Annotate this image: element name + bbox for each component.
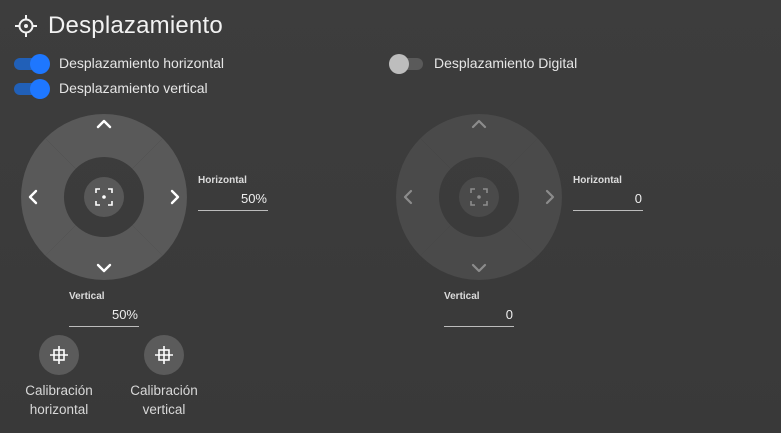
dpad-right [396, 114, 562, 280]
left-horizontal-label: Horizontal [198, 175, 247, 186]
right-vertical-field: Vertical 0 [444, 291, 514, 327]
toggle-horizontal-switch[interactable] [14, 54, 50, 74]
switch-knob [30, 54, 50, 74]
left-vertical-value[interactable]: 50% [69, 307, 139, 327]
right-vertical-label: Vertical [444, 291, 480, 302]
toggle-vertical-label: Desplazamiento vertical [59, 80, 208, 96]
toggle-vertical-switch[interactable] [14, 79, 50, 99]
left-vertical-field: Vertical 50% [69, 291, 139, 327]
dpad-left [21, 114, 187, 280]
panel: Desplazamiento Desplazamiento horizontal… [0, 0, 781, 433]
crosshair-icon [15, 15, 37, 37]
calibration-vertical: Calibración vertical [114, 335, 214, 419]
switch-knob [30, 79, 50, 99]
right-horizontal-field: Horizontal 0 [573, 175, 643, 211]
calibration-vertical-button[interactable] [144, 335, 184, 375]
calibration-vertical-label: Calibración vertical [114, 381, 214, 419]
calibration-horizontal-line1: Calibración [25, 383, 93, 398]
calibration-vertical-line2: vertical [142, 402, 186, 417]
toggle-digital-row[interactable]: Desplazamiento Digital [389, 54, 578, 74]
page-title: Desplazamiento [48, 12, 223, 39]
calibration-horizontal-label: Calibración horizontal [9, 381, 109, 419]
section-header: Desplazamiento [14, 12, 223, 40]
calibration-horizontal: Calibración horizontal [9, 335, 109, 419]
toggle-horizontal-row[interactable]: Desplazamiento horizontal [14, 54, 224, 74]
left-vertical-label: Vertical [69, 291, 105, 302]
switch-knob [389, 54, 409, 74]
left-horizontal-field: Horizontal 50% [198, 175, 268, 211]
toggle-digital-switch[interactable] [389, 54, 425, 74]
calibration-vertical-line1: Calibración [130, 383, 198, 398]
toggle-horizontal-label: Desplazamiento horizontal [59, 55, 224, 71]
calibrate-icon [155, 346, 173, 364]
calibration-horizontal-button[interactable] [39, 335, 79, 375]
right-horizontal-value[interactable]: 0 [573, 191, 643, 211]
right-vertical-value[interactable]: 0 [444, 307, 514, 327]
left-horizontal-value[interactable]: 50% [198, 191, 268, 211]
calibration-horizontal-line2: horizontal [29, 402, 89, 417]
toggle-digital-label: Desplazamiento Digital [434, 55, 578, 71]
right-horizontal-label: Horizontal [573, 175, 622, 186]
toggle-vertical-row[interactable]: Desplazamiento vertical [14, 79, 208, 99]
calibrate-icon [50, 346, 68, 364]
